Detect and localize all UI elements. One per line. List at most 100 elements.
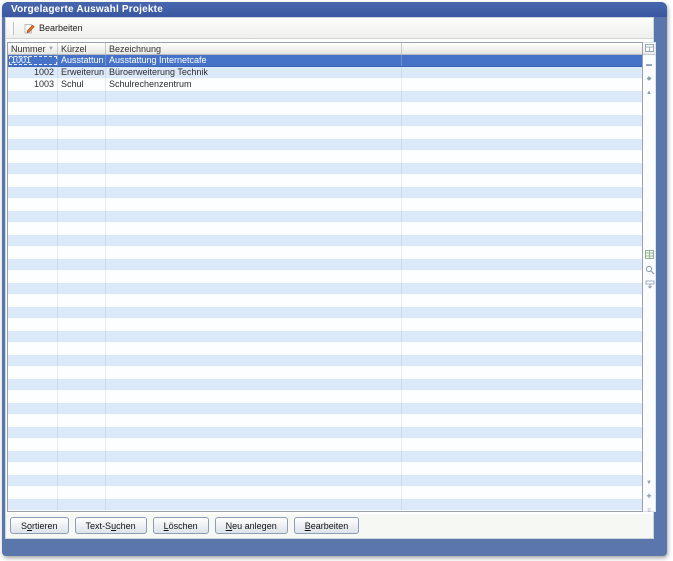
cell-kuerzel[interactable] [58, 211, 106, 222]
cell-bezeichnung[interactable]: Ausstattung Internetcafe [106, 55, 402, 66]
cell-bezeichnung[interactable] [106, 283, 402, 294]
cell-kuerzel[interactable] [58, 163, 106, 174]
cell-nummer[interactable] [8, 355, 58, 366]
cell-nummer[interactable] [8, 439, 58, 451]
cell-nummer[interactable]: 1001 [8, 55, 58, 66]
table-row-empty[interactable] [8, 451, 642, 463]
cell-kuerzel[interactable] [58, 499, 106, 510]
scroll-row-marker[interactable]: ▬ [643, 61, 655, 69]
table-row-empty[interactable] [8, 355, 642, 367]
column-header-bezeichnung[interactable]: Bezeichnung [106, 43, 402, 54]
cell-nummer[interactable] [8, 415, 58, 427]
cell-bezeichnung[interactable] [106, 163, 402, 174]
column-header-kürzel[interactable]: Kürzel [58, 43, 106, 54]
cell-nummer[interactable] [8, 403, 58, 414]
cell-nummer[interactable] [8, 499, 58, 510]
table-row-empty[interactable] [8, 283, 642, 295]
cell-nummer[interactable] [8, 247, 58, 259]
cell-empty[interactable] [402, 427, 642, 438]
column-header-empty[interactable] [402, 43, 642, 54]
cell-empty[interactable] [402, 367, 642, 379]
cell-kuerzel[interactable] [58, 151, 106, 163]
cell-bezeichnung[interactable] [106, 403, 402, 414]
cell-empty[interactable] [402, 79, 642, 91]
cell-bezeichnung[interactable] [106, 235, 402, 246]
cell-nummer[interactable] [8, 307, 58, 318]
table-row-empty[interactable] [8, 367, 642, 379]
column-chooser-icon[interactable] [643, 43, 655, 55]
cell-empty[interactable] [402, 331, 642, 342]
cell-bezeichnung[interactable] [106, 367, 402, 379]
cell-nummer[interactable] [8, 463, 58, 475]
table-row-empty[interactable] [8, 403, 642, 415]
table-row-empty[interactable] [8, 391, 642, 403]
scroll-diamond-marker[interactable]: ◆ [643, 75, 655, 83]
cell-empty[interactable] [402, 115, 642, 126]
cell-empty[interactable] [402, 319, 642, 331]
table-row-empty[interactable] [8, 439, 642, 451]
cell-nummer[interactable] [8, 127, 58, 139]
cell-nummer[interactable] [8, 163, 58, 174]
cell-empty[interactable] [402, 415, 642, 427]
cell-bezeichnung[interactable] [106, 259, 402, 270]
cell-nummer[interactable] [8, 175, 58, 187]
cell-kuerzel[interactable] [58, 415, 106, 427]
cell-empty[interactable] [402, 451, 642, 462]
scroll-down-arrow[interactable]: ▼ [643, 479, 655, 487]
cell-empty[interactable] [402, 475, 642, 486]
cell-nummer[interactable] [8, 451, 58, 462]
cell-kuerzel[interactable] [58, 463, 106, 475]
cell-empty[interactable] [402, 247, 642, 259]
cell-nummer[interactable] [8, 367, 58, 379]
cell-empty[interactable] [402, 463, 642, 475]
cell-bezeichnung[interactable] [106, 343, 402, 355]
cell-nummer[interactable] [8, 319, 58, 331]
table-row-empty[interactable] [8, 247, 642, 259]
cell-empty[interactable] [402, 403, 642, 414]
cell-empty[interactable] [402, 499, 642, 510]
cell-nummer[interactable] [8, 283, 58, 294]
cell-nummer[interactable] [8, 391, 58, 403]
cell-nummer[interactable] [8, 343, 58, 355]
cell-empty[interactable] [402, 187, 642, 198]
cell-empty[interactable] [402, 235, 642, 246]
table-row-empty[interactable] [8, 415, 642, 427]
table-row-project[interactable]: 1002 Erweiterun Büroerweiterung Technik [8, 67, 642, 79]
cell-bezeichnung[interactable]: Büroerweiterung Technik [106, 67, 402, 78]
cell-kuerzel[interactable] [58, 403, 106, 414]
cell-kuerzel[interactable] [58, 307, 106, 318]
cell-empty[interactable] [402, 211, 642, 222]
cell-bezeichnung[interactable] [106, 175, 402, 187]
toolbar-edit-button[interactable]: Bearbeiten [19, 20, 91, 37]
table-row-empty[interactable] [8, 475, 642, 487]
cell-kuerzel[interactable] [58, 103, 106, 115]
cell-kuerzel[interactable]: Erweiterun [58, 67, 106, 78]
cell-bezeichnung[interactable] [106, 463, 402, 475]
cell-bezeichnung[interactable] [106, 439, 402, 451]
table-row-empty[interactable] [8, 379, 642, 391]
cell-nummer[interactable] [8, 91, 58, 102]
cell-nummer[interactable] [8, 139, 58, 150]
table-row-empty[interactable] [8, 295, 642, 307]
cell-empty[interactable] [402, 379, 642, 390]
table-row-empty[interactable] [8, 151, 642, 163]
cell-empty[interactable] [402, 271, 642, 283]
table-row-empty[interactable] [8, 163, 642, 175]
cell-empty[interactable] [402, 127, 642, 139]
table-view-icon[interactable] [644, 249, 655, 260]
cell-nummer[interactable] [8, 259, 58, 270]
cell-kuerzel[interactable] [58, 187, 106, 198]
cell-kuerzel[interactable] [58, 247, 106, 259]
window-titlebar[interactable]: Vorgelagerte Auswahl Projekte [2, 2, 667, 17]
table-row-empty[interactable] [8, 103, 642, 115]
cell-kuerzel[interactable] [58, 331, 106, 342]
cell-kuerzel[interactable] [58, 259, 106, 270]
table-row-empty[interactable] [8, 187, 642, 199]
cell-bezeichnung[interactable] [106, 391, 402, 403]
table-row-project[interactable]: 1001 Ausstattun Ausstattung Internetcafe [8, 55, 642, 67]
cell-empty[interactable] [402, 259, 642, 270]
cell-nummer[interactable] [8, 487, 58, 499]
cell-empty[interactable] [402, 343, 642, 355]
cell-bezeichnung[interactable] [106, 331, 402, 342]
cell-kuerzel[interactable] [58, 283, 106, 294]
